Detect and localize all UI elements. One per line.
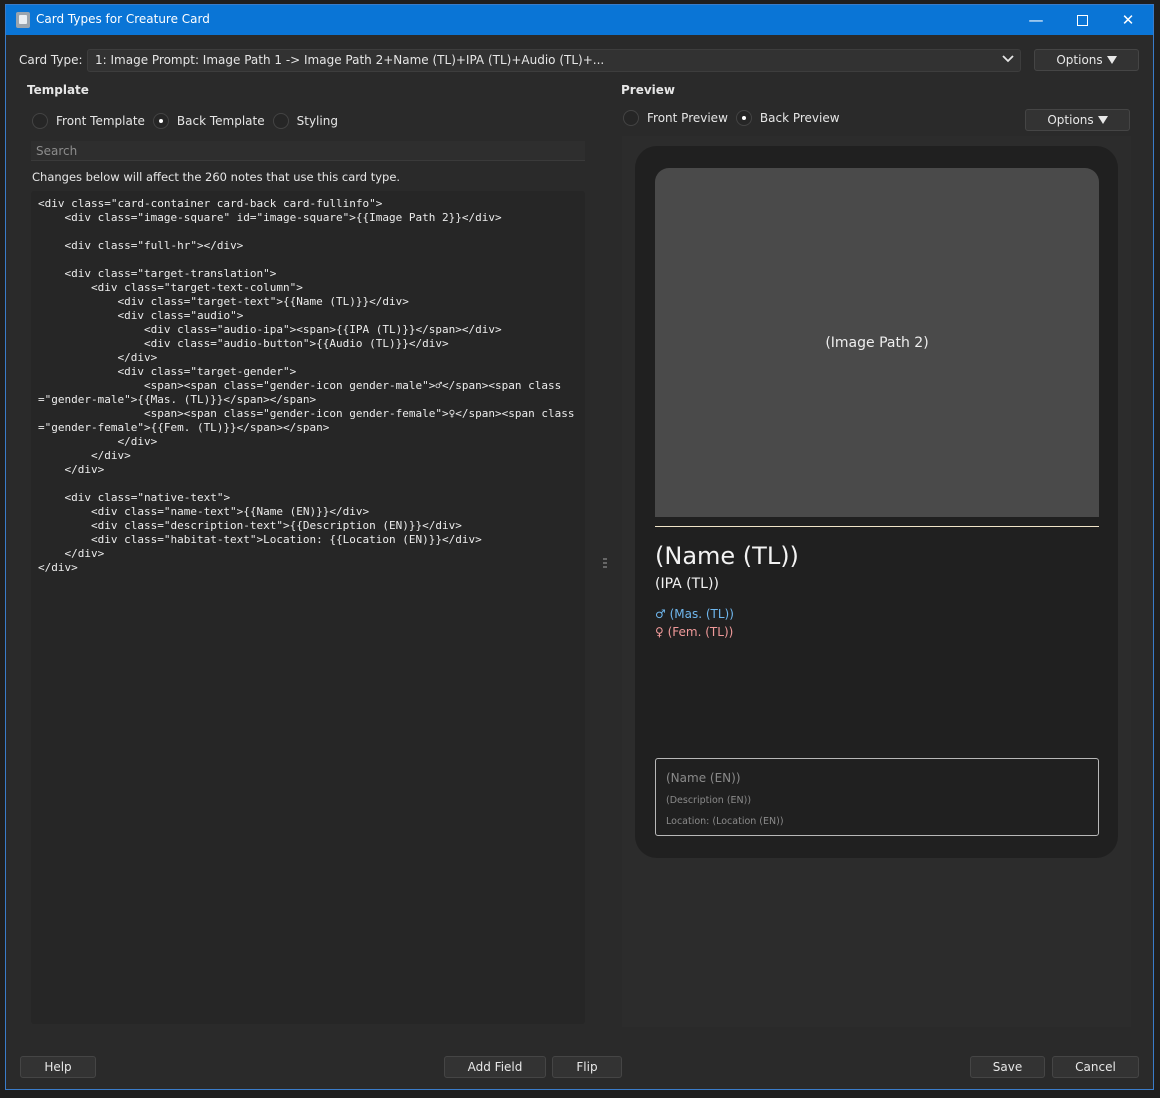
male-text: (Mas. (TL)) xyxy=(669,607,734,621)
male-icon: ♂ xyxy=(655,607,666,621)
card-type-label: Card Type: xyxy=(19,53,83,67)
female-text: (Fem. (TL)) xyxy=(667,625,734,639)
options-button-preview[interactable]: Options xyxy=(1025,109,1130,131)
card-type-value: 1: Image Prompt: Image Path 1 -> Image P… xyxy=(95,53,605,67)
radio-back-preview[interactable] xyxy=(735,110,752,126)
native-name: (Name (EN)) xyxy=(666,771,741,785)
preview-title: Preview xyxy=(621,83,676,97)
close-button[interactable]: ✕ xyxy=(1105,5,1151,35)
maximize-button[interactable] xyxy=(1059,5,1105,35)
radio-back-template[interactable] xyxy=(152,113,169,129)
radio-back-template-label[interactable]: Back Template xyxy=(177,114,265,128)
target-name: (Name (TL)) xyxy=(655,542,799,570)
search-input[interactable] xyxy=(31,141,585,161)
window-title: Card Types for Creature Card xyxy=(36,12,210,26)
native-text-box: (Name (EN)) (Description (EN)) Location:… xyxy=(655,758,1099,836)
save-button[interactable]: Save xyxy=(970,1056,1045,1078)
radio-front-template-label[interactable]: Front Template xyxy=(56,114,145,128)
preview-pane: (Image Path 2) (Name (TL)) (IPA (TL)) ♂ … xyxy=(622,136,1131,1027)
dialog-window: Card Types for Creature Card — ✕ Card Ty… xyxy=(5,4,1154,1090)
preview-radio-group: Front Preview Back Preview xyxy=(623,110,848,126)
radio-front-template[interactable] xyxy=(32,113,48,129)
template-code-editor[interactable]: <div class="card-container card-back car… xyxy=(31,191,585,1024)
cancel-button[interactable]: Cancel xyxy=(1052,1056,1139,1078)
radio-front-preview-label[interactable]: Front Preview xyxy=(647,111,728,125)
help-button[interactable]: Help xyxy=(20,1056,96,1078)
options-button-top[interactable]: Options xyxy=(1034,49,1139,71)
title-bar[interactable]: Card Types for Creature Card — ✕ xyxy=(6,5,1153,35)
options-label: Options xyxy=(1047,113,1094,127)
card-type-select[interactable]: 1: Image Prompt: Image Path 1 -> Image P… xyxy=(87,49,1021,72)
options-label: Options xyxy=(1056,53,1103,67)
divider xyxy=(655,526,1099,527)
template-code[interactable]: <div class="card-container card-back car… xyxy=(31,191,585,581)
image-placeholder-text: (Image Path 2) xyxy=(825,334,929,351)
image-square: (Image Path 2) xyxy=(655,168,1099,517)
minimize-button[interactable]: — xyxy=(1013,5,1059,35)
template-radio-group: Front Template Back Template Styling xyxy=(32,113,346,129)
ipa-text: (IPA (TL)) xyxy=(655,576,719,592)
maximize-icon xyxy=(1076,14,1088,26)
app-icon xyxy=(16,12,30,28)
radio-styling-label[interactable]: Styling xyxy=(297,114,338,128)
splitter-handle[interactable] xyxy=(603,558,607,570)
radio-back-preview-label[interactable]: Back Preview xyxy=(760,111,840,125)
flip-button[interactable]: Flip xyxy=(552,1056,622,1078)
notes-notice: Changes below will affect the 260 notes … xyxy=(32,170,401,184)
add-field-button[interactable]: Add Field xyxy=(444,1056,546,1078)
card-preview: (Image Path 2) (Name (TL)) (IPA (TL)) ♂ … xyxy=(635,146,1118,858)
dropdown-arrow-icon xyxy=(1097,116,1108,124)
native-location: Location: (Location (EN)) xyxy=(666,816,784,827)
template-title: Template xyxy=(27,83,89,97)
radio-front-preview[interactable] xyxy=(623,110,639,126)
gender-male-row: ♂ (Mas. (TL)) xyxy=(655,607,734,621)
gender-female-row: ♀ (Fem. (TL)) xyxy=(655,625,733,639)
chevron-down-icon xyxy=(1002,55,1014,63)
native-description: (Description (EN)) xyxy=(666,795,752,806)
dropdown-arrow-icon xyxy=(1106,56,1117,64)
radio-styling[interactable] xyxy=(272,113,289,129)
female-icon: ♀ xyxy=(655,625,664,639)
